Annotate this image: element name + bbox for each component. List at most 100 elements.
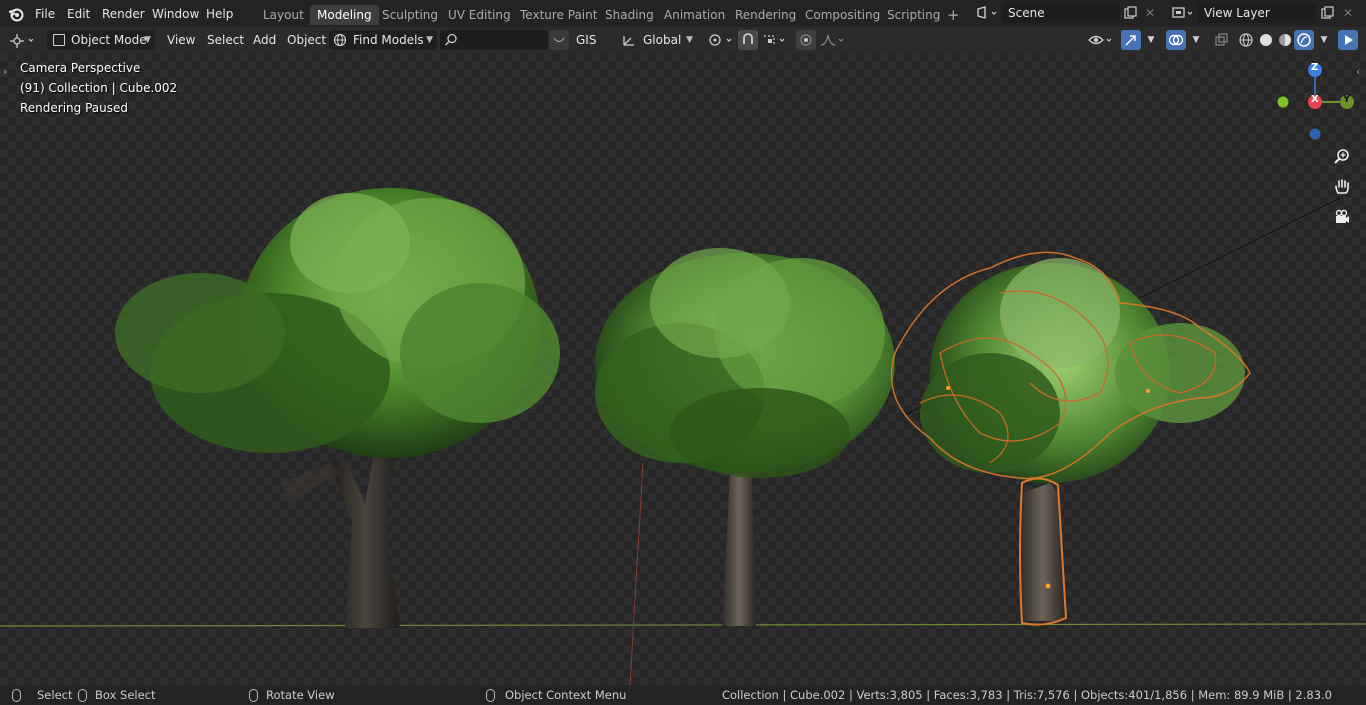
chevron-down-icon: ▼ xyxy=(144,35,151,45)
zoom-icon[interactable] xyxy=(1332,147,1352,167)
editor-type-icon[interactable] xyxy=(8,30,38,50)
camera-perspective-label: Camera Perspective xyxy=(20,61,141,75)
chevron-down-icon: ▼ xyxy=(426,35,433,45)
tab-sculpting[interactable]: Sculpting xyxy=(375,5,445,25)
chevron-down-icon: ▼ xyxy=(686,35,693,45)
globe-icon xyxy=(333,33,347,53)
tab-modeling[interactable]: Modeling xyxy=(310,5,379,25)
gizmo-neg-x xyxy=(1277,96,1289,108)
scene-field[interactable]: Scene xyxy=(1002,3,1120,23)
menu-file[interactable]: File xyxy=(35,5,55,23)
orientation-dropdown[interactable]: Global ▼ xyxy=(617,30,697,50)
find-models-dropdown[interactable]: Find Models ▼ xyxy=(329,30,437,50)
origin-point xyxy=(1045,583,1051,589)
status-context-menu: Object Context Menu xyxy=(486,687,626,703)
snap-toggle-icon[interactable] xyxy=(738,30,758,50)
tab-animation[interactable]: Animation xyxy=(657,5,732,25)
overlays-toggle-icon[interactable] xyxy=(1166,30,1186,50)
object-mode-icon xyxy=(53,34,65,46)
gizmo-z-label: Z xyxy=(1311,62,1319,73)
menu-select[interactable]: Select xyxy=(207,30,244,50)
tab-layout[interactable]: Layout xyxy=(256,5,311,25)
close-view-layer-icon[interactable]: ✕ xyxy=(1338,3,1358,23)
tab-scripting[interactable]: Scripting xyxy=(880,5,947,25)
render-preview-icon[interactable] xyxy=(1338,30,1358,50)
gis-menu[interactable]: GIS xyxy=(576,30,596,50)
mode-dropdown[interactable]: Object Mode ▼ xyxy=(47,30,155,50)
scene-statistics: Collection | Cube.002 | Verts:3,805 | Fa… xyxy=(721,688,1332,702)
mouse-right-icon xyxy=(486,689,495,702)
scene-icon[interactable] xyxy=(972,3,1000,23)
new-scene-icon[interactable] xyxy=(1120,3,1140,23)
gizmo-toggle-icon[interactable] xyxy=(1121,30,1141,50)
sidebar-toggle-icon[interactable]: ‹ xyxy=(1356,65,1360,78)
shading-dropdown-icon[interactable]: ▼ xyxy=(1314,30,1334,50)
tab-texture-paint[interactable]: Texture Paint xyxy=(513,5,604,25)
view-layer-icon[interactable] xyxy=(1168,3,1196,23)
3d-viewport[interactable]: Z X Y Camera Perspective (91) Collection… xyxy=(0,53,1366,685)
viewport-header: Object Mode ▼ View Select Add Object Fin… xyxy=(0,27,1366,53)
status-box-select: Box Select xyxy=(78,687,156,703)
curve-icon[interactable] xyxy=(549,30,569,50)
shading-wireframe-icon[interactable] xyxy=(1236,30,1256,50)
menu-help[interactable]: Help xyxy=(206,5,233,23)
status-bar: Select Box Select Rotate View Object Con… xyxy=(0,685,1366,705)
proportional-edit-icon[interactable] xyxy=(796,30,816,50)
pivot-point-icon[interactable] xyxy=(705,30,735,50)
scene-canvas[interactable] xyxy=(0,53,1366,685)
tab-compositing[interactable]: Compositing xyxy=(798,5,887,25)
close-scene-icon[interactable]: ✕ xyxy=(1140,3,1160,23)
status-select: Select xyxy=(12,687,72,703)
top-bar: File Edit Render Window Help Layout Mode… xyxy=(0,0,1366,27)
render-status-label: Rendering Paused xyxy=(20,101,128,115)
new-view-layer-icon[interactable] xyxy=(1317,3,1337,23)
mouse-middle-icon xyxy=(249,689,258,702)
orientation-label: Global xyxy=(643,33,682,47)
status-box-select-label: Box Select xyxy=(95,688,156,702)
tab-rendering[interactable]: Rendering xyxy=(728,5,803,25)
view-layer-field[interactable]: View Layer xyxy=(1198,3,1316,23)
visibility-eye-icon[interactable] xyxy=(1086,30,1116,50)
gizmo-dropdown-icon[interactable]: ▼ xyxy=(1141,30,1161,50)
search-icon xyxy=(444,33,458,53)
gizmo-x-label: X xyxy=(1311,94,1319,105)
mouse-left-icon xyxy=(12,689,21,702)
tree-right-selected[interactable] xyxy=(890,251,1251,626)
menu-edit[interactable]: Edit xyxy=(67,5,90,23)
toolbar-toggle-icon[interactable]: › xyxy=(3,65,7,78)
gizmo-neg-z xyxy=(1309,128,1321,140)
ground-axis-line xyxy=(0,623,1366,627)
shading-rendered-icon[interactable] xyxy=(1294,30,1314,50)
orientation-icon xyxy=(621,33,637,53)
tab-uv-editing[interactable]: UV Editing xyxy=(441,5,518,25)
mouse-drag-icon xyxy=(78,689,87,702)
status-rotate-view: Rotate View xyxy=(249,687,335,703)
menu-view[interactable]: View xyxy=(167,30,195,50)
gizmo-y-label: Y xyxy=(1343,94,1351,105)
xray-toggle-icon[interactable] xyxy=(1211,30,1231,50)
overlays-dropdown-icon[interactable]: ▼ xyxy=(1186,30,1206,50)
menu-add[interactable]: Add xyxy=(253,30,276,50)
menu-render[interactable]: Render xyxy=(102,5,145,23)
tree-middle[interactable] xyxy=(595,248,895,626)
find-models-label: Find Models xyxy=(353,33,424,47)
x-axis-line xyxy=(629,462,644,685)
menu-window[interactable]: Window xyxy=(152,5,199,23)
collection-info-label: (91) Collection | Cube.002 xyxy=(20,81,178,95)
status-select-label: Select xyxy=(37,688,73,702)
blender-logo-icon[interactable] xyxy=(7,5,25,23)
falloff-icon[interactable] xyxy=(818,30,848,50)
snap-target-icon[interactable] xyxy=(760,30,790,50)
hand-icon[interactable] xyxy=(1332,177,1352,197)
status-context-menu-label: Object Context Menu xyxy=(505,688,627,702)
add-workspace-button[interactable]: + xyxy=(940,5,967,25)
status-rotate-view-label: Rotate View xyxy=(266,688,335,702)
tree-left[interactable] xyxy=(115,188,560,628)
mode-label: Object Mode xyxy=(71,33,147,47)
tab-shading[interactable]: Shading xyxy=(598,5,661,25)
menu-object[interactable]: Object xyxy=(287,30,326,50)
shading-solid-icon[interactable] xyxy=(1256,30,1276,50)
search-input[interactable] xyxy=(440,30,548,50)
camera-icon[interactable] xyxy=(1332,207,1352,227)
shading-material-icon[interactable] xyxy=(1275,30,1295,50)
